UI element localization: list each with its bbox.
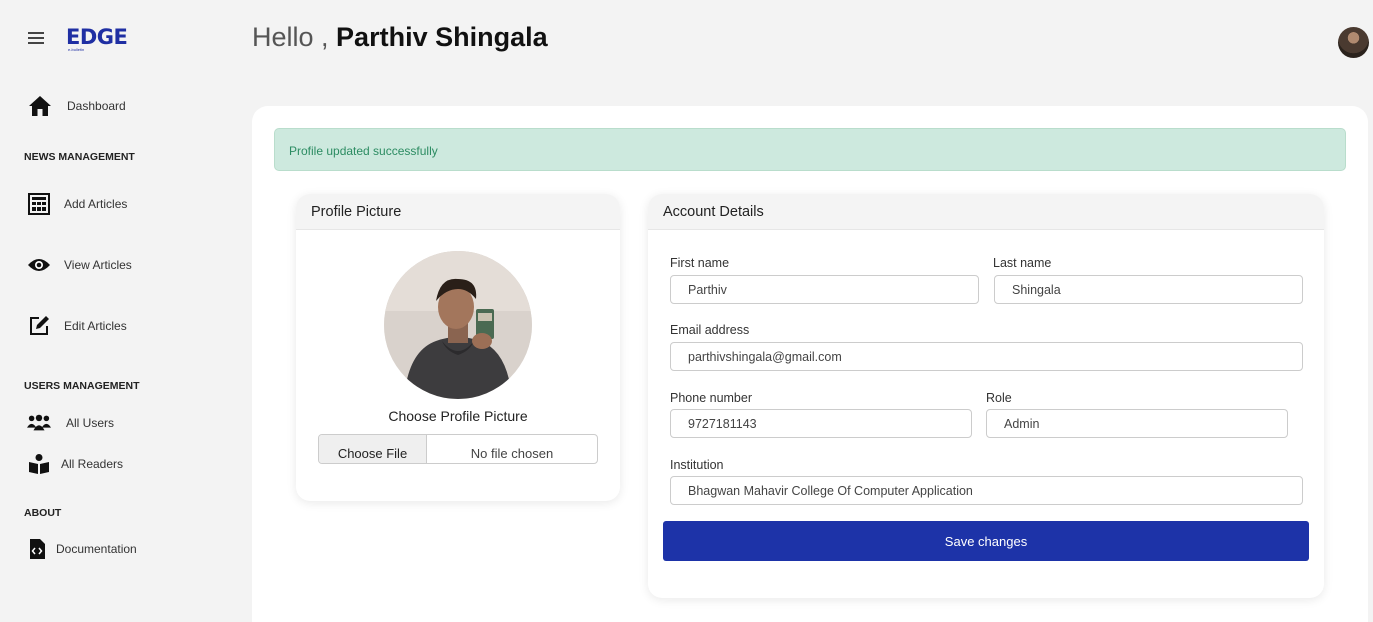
- section-title-about: ABOUT: [24, 507, 62, 519]
- sidebar-item-dashboard[interactable]: Dashboard: [28, 94, 126, 118]
- file-input[interactable]: Choose File No file chosen: [318, 434, 598, 464]
- code-file-icon: [25, 537, 49, 561]
- phone-label: Phone number: [670, 391, 753, 405]
- phone-input[interactable]: 9727181143: [670, 409, 972, 438]
- sidebar-item-all-users[interactable]: All Users: [27, 411, 114, 435]
- success-alert: Profile updated successfully: [274, 128, 1346, 171]
- section-title-users: USERS MANAGEMENT: [24, 380, 140, 392]
- role-label: Role: [986, 391, 1012, 405]
- logo-text: EDGE: [66, 25, 128, 49]
- sidebar-item-edit-articles[interactable]: Edit Articles: [27, 314, 127, 338]
- first-name-label: First name: [670, 256, 730, 270]
- edit-icon: [27, 314, 51, 338]
- institution-label: Institution: [670, 458, 724, 472]
- file-status: No file chosen: [470, 446, 554, 461]
- sidebar-item-documentation[interactable]: Documentation: [25, 537, 137, 561]
- panel-title: Account Details: [648, 194, 1324, 230]
- sidebar-item-label: View Articles: [64, 258, 132, 272]
- menu-toggle-icon[interactable]: [28, 32, 44, 44]
- profile-photo: [384, 251, 532, 399]
- last-name-label: Last name: [993, 256, 1052, 270]
- role-input[interactable]: Admin: [986, 409, 1288, 438]
- main-content-card: Profile updated successfully Profile Pic…: [252, 106, 1368, 622]
- profile-picture-panel: Profile Picture Choose Profile Picture C…: [296, 194, 620, 501]
- home-icon: [28, 94, 52, 118]
- choose-file-button[interactable]: Choose File: [319, 435, 427, 463]
- sidebar-item-all-readers[interactable]: All Readers: [27, 452, 123, 476]
- logo-subtext: e-bulletin: [68, 47, 85, 52]
- users-icon: [27, 411, 51, 435]
- sidebar-item-view-articles[interactable]: View Articles: [27, 253, 132, 277]
- newspaper-icon: [27, 192, 51, 216]
- user-name: Parthiv Shingala: [336, 22, 548, 52]
- first-name-input[interactable]: Parthiv: [670, 275, 979, 304]
- user-avatar[interactable]: [1338, 27, 1369, 58]
- last-name-input[interactable]: Shingala: [994, 275, 1303, 304]
- account-details-panel: Account Details First name Parthiv Last …: [648, 194, 1324, 598]
- logo[interactable]: EDGE e-bulletin: [66, 25, 128, 54]
- choose-picture-caption: Choose Profile Picture: [388, 408, 528, 424]
- sidebar-item-label: Add Articles: [64, 197, 128, 211]
- sidebar-item-label: Dashboard: [67, 99, 126, 113]
- reader-icon: [27, 452, 51, 476]
- sidebar-item-label: All Users: [66, 416, 115, 430]
- sidebar-item-label: All Readers: [61, 457, 124, 471]
- email-input[interactable]: parthivshingala@gmail.com: [670, 342, 1303, 371]
- save-changes-button[interactable]: Save changes: [663, 521, 1309, 561]
- greeting-prefix: Hello ,: [252, 22, 329, 52]
- panel-title: Profile Picture: [296, 194, 620, 230]
- email-label: Email address: [670, 323, 750, 337]
- section-title-news: NEWS MANAGEMENT: [24, 151, 135, 163]
- eye-icon: [27, 253, 51, 277]
- sidebar-item-label: Edit Articles: [64, 319, 127, 333]
- sidebar-item-add-articles[interactable]: Add Articles: [27, 192, 127, 216]
- page-greeting: Hello , Parthiv Shingala: [252, 22, 548, 53]
- sidebar-item-label: Documentation: [56, 542, 137, 556]
- institution-input[interactable]: Bhagwan Mahavir College Of Computer Appl…: [670, 476, 1303, 505]
